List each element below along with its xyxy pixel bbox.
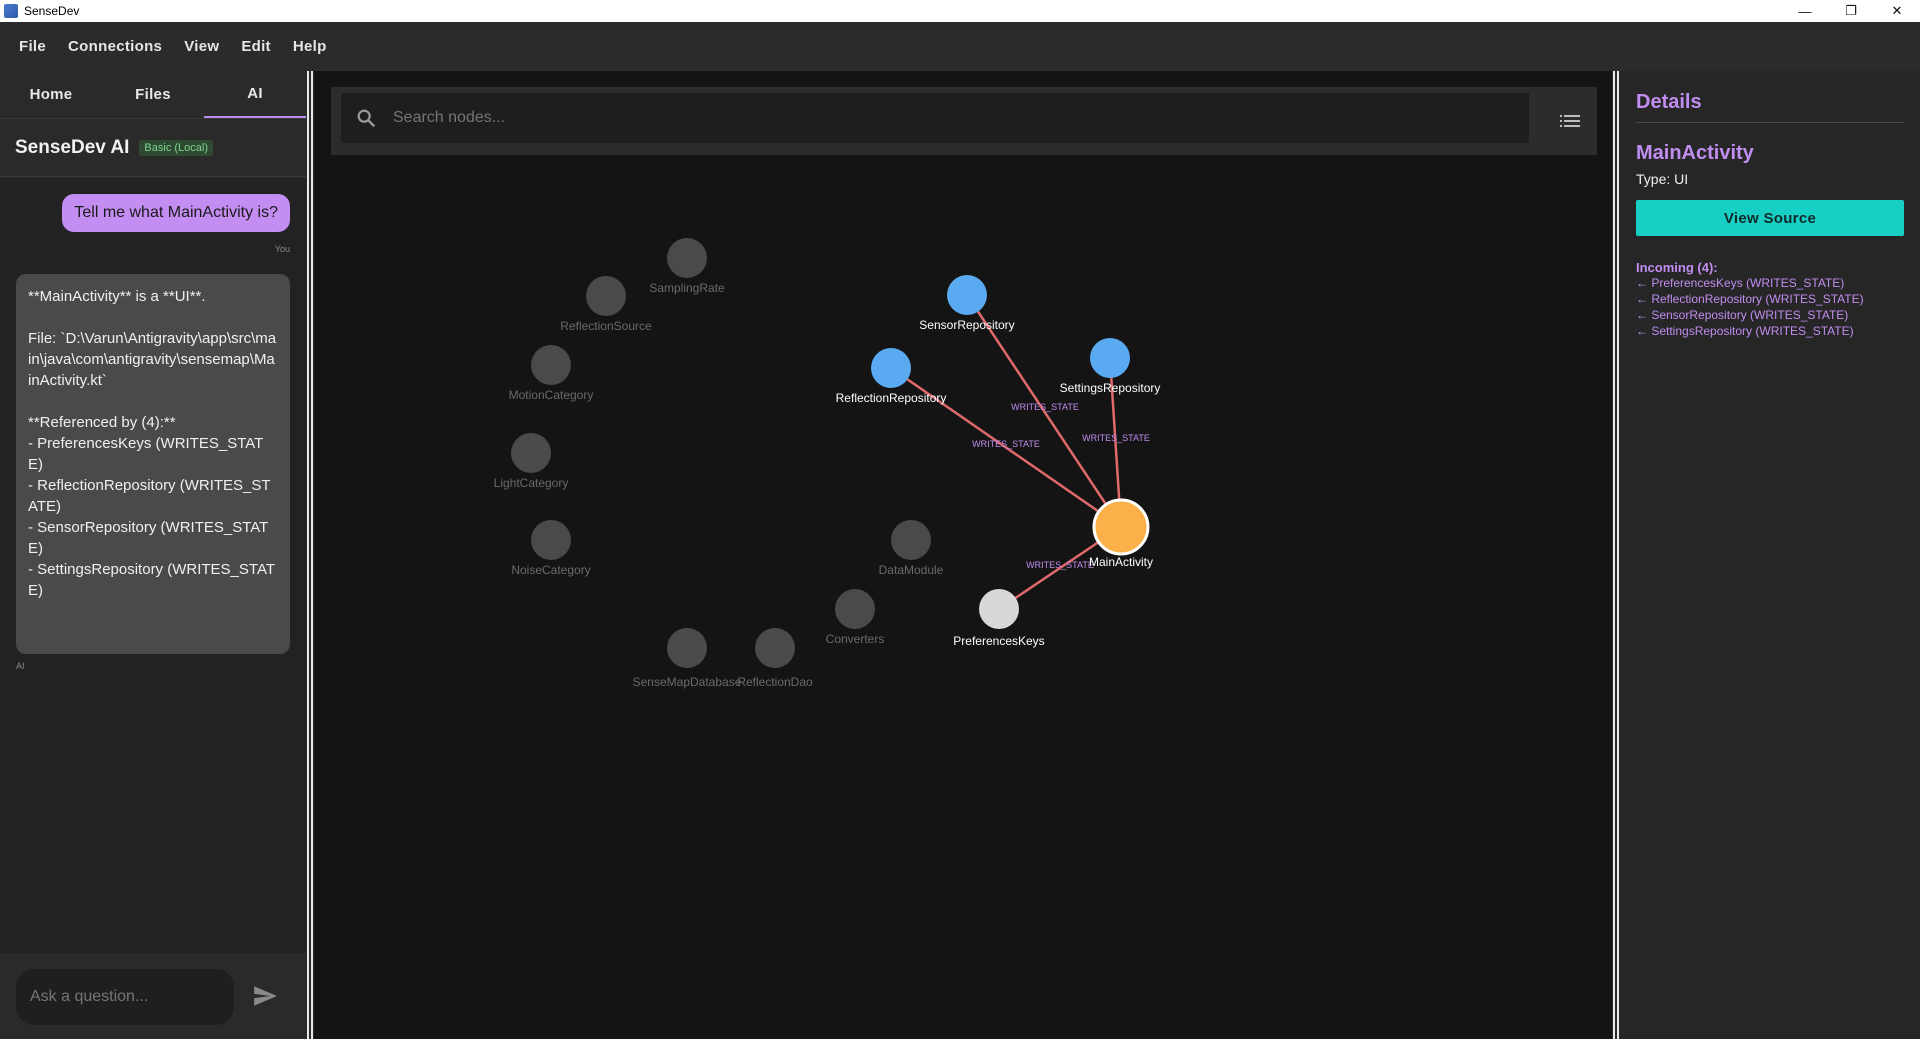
- user-message: Tell me what MainActivity is?: [62, 194, 290, 232]
- graph-node-SenseMapDatabase[interactable]: [667, 628, 707, 668]
- tab-files[interactable]: Files: [102, 71, 204, 118]
- node-label: Converters: [826, 632, 885, 646]
- incoming-item[interactable]: ← PreferencesKeys (WRITES_STATE): [1636, 275, 1904, 291]
- graph-node-NoiseCategory[interactable]: [531, 520, 571, 560]
- send-icon[interactable]: [252, 983, 278, 1009]
- menu-help[interactable]: Help: [282, 38, 338, 55]
- user-tag: You: [274, 244, 290, 254]
- search-bar: [331, 87, 1597, 155]
- menu-file[interactable]: File: [8, 38, 57, 55]
- graph-canvas[interactable]: WRITES_STATE WRITES_STATE WRITES_STATE WRIT…: [314, 71, 1612, 1039]
- title-bar: SenseDev — ❐ ✕: [0, 0, 1920, 22]
- edge-label: WRITES_STATE: [972, 439, 1040, 449]
- ai-header: SenseDev AI Basic (Local): [0, 119, 306, 177]
- node-label: PreferencesKeys: [953, 634, 1044, 648]
- left-tabs: Home Files AI: [0, 71, 306, 119]
- window-title: SenseDev: [24, 4, 80, 18]
- view-source-button[interactable]: View Source: [1636, 200, 1904, 236]
- graph-node-MotionCategory[interactable]: [531, 345, 571, 385]
- graph-node-SamplingRate[interactable]: [667, 238, 707, 278]
- graph-node-LightCategory[interactable]: [511, 433, 551, 473]
- graph-node-ReflectionDao[interactable]: [755, 628, 795, 668]
- node-label: SamplingRate: [649, 281, 725, 295]
- graph-node-ReflectionSource[interactable]: [586, 276, 626, 316]
- node-label: MotionCategory: [509, 388, 594, 402]
- edge-label: WRITES_STATE: [1026, 560, 1094, 570]
- node-label: ReflectionDao: [737, 675, 813, 689]
- node-label: MainActivity: [1089, 555, 1153, 569]
- minimize-icon[interactable]: —: [1782, 0, 1828, 22]
- menu-connections[interactable]: Connections: [57, 38, 173, 55]
- node-label: DataModule: [879, 563, 944, 577]
- edge-label: WRITES_STATE: [1011, 402, 1079, 412]
- ai-title: SenseDev AI: [15, 136, 130, 158]
- search-input[interactable]: [341, 93, 1529, 143]
- incoming-item[interactable]: ← ReflectionRepository (WRITES_STATE): [1636, 291, 1904, 307]
- menu-edit[interactable]: Edit: [230, 38, 282, 55]
- mode-badge: Basic (Local): [139, 139, 213, 156]
- close-icon[interactable]: ✕: [1874, 0, 1920, 22]
- window-controls: — ❐ ✕: [1782, 0, 1920, 22]
- selected-node-name: MainActivity: [1636, 142, 1754, 164]
- incoming-title: Incoming (4):: [1636, 260, 1718, 275]
- node-label: SettingsRepository: [1060, 381, 1161, 395]
- graph-panel[interactable]: WRITES_STATE WRITES_STATE WRITES_STATE WRIT…: [314, 71, 1612, 1039]
- graph-node-DataModule[interactable]: [891, 520, 931, 560]
- node-label: ReflectionSource: [560, 319, 652, 333]
- right-splitter[interactable]: [1612, 71, 1620, 1039]
- edge-label: WRITES_STATE: [1082, 433, 1150, 443]
- node-label: ReflectionRepository: [836, 391, 947, 405]
- graph-node-MainActivity[interactable]: [1092, 498, 1150, 556]
- node-label: SenseMapDatabase: [633, 675, 742, 689]
- node-label: SensorRepository: [919, 318, 1014, 332]
- tab-ai[interactable]: AI: [204, 71, 306, 118]
- chat-input-row: [0, 953, 306, 1039]
- graph-node-SensorRepository[interactable]: [947, 275, 987, 315]
- restore-icon[interactable]: ❐: [1828, 0, 1874, 22]
- menu-view[interactable]: View: [173, 38, 230, 55]
- graph-node-SettingsRepository[interactable]: [1090, 338, 1130, 378]
- incoming-item[interactable]: ← SensorRepository (WRITES_STATE): [1636, 307, 1904, 323]
- ai-message: **MainActivity** is a **UI**. File: `D:\…: [16, 274, 290, 654]
- details-heading: Details: [1636, 91, 1904, 123]
- search-icon: [357, 109, 376, 128]
- tab-home[interactable]: Home: [0, 71, 102, 118]
- list-icon[interactable]: [1559, 111, 1581, 131]
- chat-area[interactable]: Tell me what MainActivity is? You **Main…: [0, 178, 306, 953]
- menu-bar: File Connections View Edit Help: [0, 22, 1920, 71]
- ask-input[interactable]: [16, 969, 234, 1025]
- node-label: NoiseCategory: [511, 563, 590, 577]
- ai-tag: AI: [16, 661, 25, 671]
- graph-node-ReflectionRepository[interactable]: [871, 348, 911, 388]
- graph-node-PreferencesKeys[interactable]: [979, 589, 1019, 629]
- left-panel: Home Files AI SenseDev AI Basic (Local) …: [0, 71, 306, 1039]
- app-icon: [4, 4, 18, 18]
- details-panel: Details MainActivity Type: UI View Sourc…: [1620, 71, 1920, 1039]
- graph-node-Converters[interactable]: [835, 589, 875, 629]
- incoming-item[interactable]: ← SettingsRepository (WRITES_STATE): [1636, 323, 1904, 339]
- selected-node-type: Type: UI: [1636, 171, 1689, 187]
- node-label: LightCategory: [494, 476, 569, 490]
- left-splitter[interactable]: [306, 71, 314, 1039]
